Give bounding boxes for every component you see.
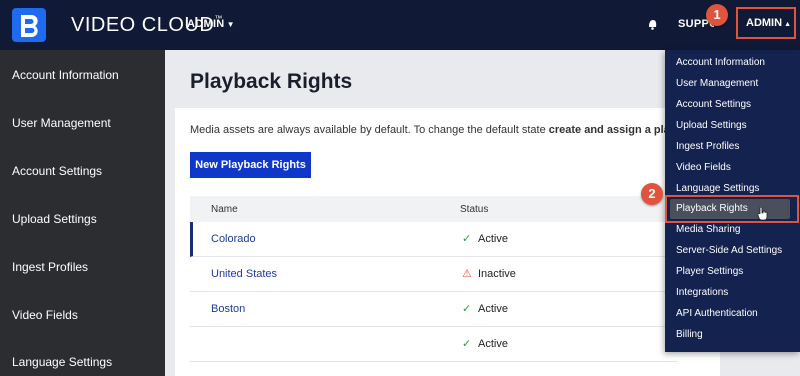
checkmark-icon: ✓: [462, 338, 472, 350]
menu-item-media-sharing[interactable]: Media Sharing: [676, 224, 740, 235]
column-header-status[interactable]: Status: [460, 204, 488, 215]
row-status: ✓ Active: [462, 233, 508, 245]
menu-item-upload-settings[interactable]: Upload Settings: [676, 120, 747, 131]
sidebar-item-language-settings[interactable]: Language Settings: [12, 355, 112, 369]
menu-item-user-management[interactable]: User Management: [676, 78, 758, 89]
callout-badge-1: 1: [706, 4, 728, 26]
sidebar-item-upload-settings[interactable]: Upload Settings: [12, 212, 97, 226]
menu-item-account-settings[interactable]: Account Settings: [676, 99, 751, 110]
row-name-link[interactable]: Colorado: [211, 233, 256, 245]
intro-text: Media assets are always available by def…: [190, 124, 665, 136]
table-row[interactable]: Colorado ✓ Active: [190, 222, 678, 257]
menu-item-player-settings[interactable]: Player Settings: [676, 266, 743, 277]
chevron-down-icon: ▼: [226, 20, 235, 29]
page-title: Playback Rights: [190, 70, 353, 93]
checkmark-icon: ✓: [462, 303, 472, 315]
menu-item-billing[interactable]: Billing: [676, 329, 703, 340]
chevron-up-icon: ▲: [784, 21, 791, 28]
table-header: Name Status: [190, 196, 678, 222]
menu-item-integrations[interactable]: Integrations: [676, 287, 728, 298]
admin-module-menu[interactable]: ADMIN ▼: [187, 18, 235, 30]
checkmark-icon: ✓: [462, 233, 472, 245]
new-playback-rights-button[interactable]: New Playback Rights: [190, 152, 311, 178]
row-status: ✓ Active: [462, 303, 508, 315]
column-header-name[interactable]: Name: [211, 204, 238, 215]
row-name-link[interactable]: Boston: [211, 303, 245, 315]
notification-icon[interactable]: [647, 18, 658, 30]
row-status: ✓ Active: [462, 338, 508, 350]
sidebar-item-video-fields[interactable]: Video Fields: [12, 308, 78, 322]
hand-cursor-icon: [757, 207, 768, 221]
sidebar-item-account-information[interactable]: Account Information: [12, 68, 119, 82]
admin-user-menu-label: ADMIN: [746, 17, 783, 29]
row-name-link[interactable]: United States: [211, 268, 277, 280]
sidebar-item-ingest-profiles[interactable]: Ingest Profiles: [12, 260, 88, 274]
admin-module-label: ADMIN: [187, 18, 225, 30]
menu-item-video-fields[interactable]: Video Fields: [676, 162, 731, 173]
playback-rights-table: Name Status Colorado ✓ Active United Stat…: [190, 196, 678, 362]
menu-item-ingest-profiles[interactable]: Ingest Profiles: [676, 141, 739, 152]
callout-badge-2: 2: [641, 183, 663, 205]
table-row[interactable]: ✓ Active: [190, 327, 678, 362]
admin-user-menu-button[interactable]: ADMIN ▲: [736, 7, 796, 39]
table-row[interactable]: United States ⚠ Inactive: [190, 257, 678, 292]
menu-item-account-information[interactable]: Account Information: [676, 57, 765, 68]
table-row[interactable]: Boston ✓ Active: [190, 292, 678, 327]
row-status: ⚠ Inactive: [462, 268, 516, 280]
top-navigation-bar: VIDEO CLOUD™ ADMIN▼ SUPPORT ADMIN▲: [0, 0, 800, 50]
menu-item-server-side-ad-settings[interactable]: Server-Side Ad Settings: [676, 245, 782, 256]
sidebar: Account Information User Management Acco…: [0, 50, 165, 376]
menu-item-language-settings[interactable]: Language Settings: [676, 183, 759, 194]
sidebar-item-user-management[interactable]: User Management: [12, 116, 111, 130]
playback-rights-card: Media assets are always available by def…: [175, 108, 720, 376]
highlight-outline: [665, 195, 799, 223]
menu-item-api-authentication[interactable]: API Authentication: [676, 308, 758, 319]
brightcove-logo-icon[interactable]: [12, 8, 46, 42]
warning-icon: ⚠: [462, 268, 472, 280]
sidebar-item-account-settings[interactable]: Account Settings: [12, 164, 102, 178]
